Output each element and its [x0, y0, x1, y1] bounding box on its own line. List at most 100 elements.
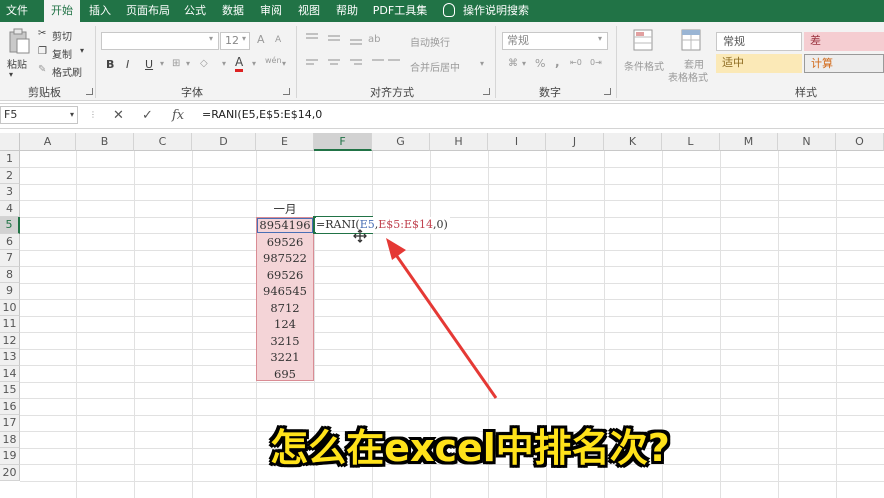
column-header[interactable]: J [546, 133, 604, 151]
style-calc[interactable]: 计算 [804, 54, 884, 73]
increase-decimal-icon[interactable]: ⇤0 [570, 58, 582, 67]
column-header[interactable]: B [76, 133, 134, 151]
video-caption: 怎么在excel中排名次? [270, 426, 670, 470]
alignment-icons[interactable]: ab [304, 30, 400, 74]
row-header[interactable]: 16 [0, 398, 20, 415]
grow-font-button[interactable]: A [257, 33, 265, 46]
enter-icon[interactable]: ✓ [142, 108, 153, 123]
cut-button[interactable]: 剪切 [52, 28, 72, 43]
tab-data[interactable]: 数据 [218, 0, 248, 22]
comma-button[interactable]: , [555, 55, 560, 69]
decrease-decimal-icon[interactable]: 0⇥ [590, 58, 602, 67]
italic-button[interactable]: I [126, 58, 129, 71]
column-header-selected[interactable]: F [314, 133, 372, 151]
currency-icon[interactable]: ⌘ [508, 58, 518, 69]
cell-value[interactable]: 987522 [256, 250, 314, 266]
tab-help[interactable]: 帮助 [332, 0, 362, 22]
cell-value[interactable]: 8712 [256, 300, 314, 316]
font-launcher-icon[interactable] [283, 88, 290, 95]
phonetic-button[interactable]: wén [265, 56, 282, 65]
name-box[interactable]: F5 [0, 106, 78, 124]
font-name-select[interactable] [101, 32, 219, 50]
row-header[interactable]: 6 [0, 233, 20, 250]
row-header[interactable]: 9 [0, 283, 20, 300]
ribbon: 粘贴 ▾ ✂ 剪切 ❐ 复制 ▾ ✎ 格式刷 剪贴板 ▾ 12 ▾ A A B … [0, 22, 884, 101]
column-header[interactable]: N [778, 133, 836, 151]
cell-value[interactable]: 3215 [256, 333, 314, 349]
number-launcher-icon[interactable] [604, 88, 611, 95]
clipboard-group-label: 剪贴板 [28, 86, 61, 99]
row-header-selected[interactable]: 5 [0, 217, 20, 234]
column-header[interactable]: G [372, 133, 430, 151]
formula-input[interactable]: =RANI(E5,E$5:E$14,0 [202, 108, 322, 121]
cancel-icon[interactable]: ✕ [113, 108, 124, 123]
column-header[interactable]: H [430, 133, 488, 151]
wrap-text-button[interactable]: 自动换行 [410, 34, 450, 49]
column-header[interactable]: O [836, 133, 884, 151]
tab-review[interactable]: 审阅 [256, 0, 286, 22]
tab-file[interactable]: 文件 [0, 0, 34, 22]
borders-icon[interactable]: ⊞ [172, 58, 180, 69]
number-format-select[interactable]: 常规 [502, 32, 608, 50]
select-all-corner[interactable] [0, 133, 20, 151]
column-header[interactable]: L [662, 133, 720, 151]
format-table-label-2[interactable]: 表格格式 [668, 69, 708, 84]
paste-button[interactable]: 粘贴 [7, 56, 27, 71]
shrink-font-button[interactable]: A [275, 35, 281, 45]
tab-home[interactable]: 开始 [44, 0, 80, 22]
row-header[interactable]: 11 [0, 316, 20, 333]
row-header[interactable]: 7 [0, 250, 20, 267]
merge-center-button[interactable]: 合并后居中 [410, 59, 460, 74]
font-color-button[interactable]: A [235, 55, 244, 72]
format-painter-button[interactable]: 格式刷 [52, 64, 82, 79]
row-header[interactable]: 19 [0, 448, 20, 465]
underline-button[interactable]: U [145, 58, 153, 71]
cell-value[interactable]: 8954196 [256, 217, 314, 233]
insert-function-icon[interactable]: fx [172, 108, 184, 123]
column-header[interactable]: C [134, 133, 192, 151]
percent-button[interactable]: % [535, 57, 545, 70]
row-header[interactable]: 13 [0, 349, 20, 366]
row-header[interactable]: 15 [0, 382, 20, 399]
alignment-group-label: 对齐方式 [370, 86, 414, 99]
column-header[interactable]: I [488, 133, 546, 151]
row-header[interactable]: 2 [0, 167, 20, 184]
tab-formulas[interactable]: 公式 [180, 0, 210, 22]
column-header[interactable]: A [20, 133, 76, 151]
cell-value[interactable]: 695 [256, 366, 314, 382]
clipboard-launcher-icon[interactable] [86, 88, 93, 95]
column-header[interactable]: E [256, 133, 314, 151]
column-header[interactable]: M [720, 133, 778, 151]
column-header[interactable]: D [192, 133, 256, 151]
cell-value[interactable]: 69526 [256, 234, 314, 250]
tab-page-layout[interactable]: 页面布局 [122, 0, 174, 22]
row-header[interactable]: 18 [0, 431, 20, 448]
tab-pdf-tools[interactable]: PDF工具集 [370, 0, 430, 22]
tab-insert[interactable]: 插入 [84, 0, 116, 22]
cell-value[interactable]: 124 [256, 316, 314, 332]
cell-value[interactable]: 946545 [256, 283, 314, 299]
tab-view[interactable]: 视图 [294, 0, 324, 22]
copy-button[interactable]: 复制 [52, 46, 72, 61]
alignment-launcher-icon[interactable] [483, 88, 490, 95]
row-header[interactable]: 14 [0, 365, 20, 382]
row-header[interactable]: 3 [0, 184, 20, 201]
cell-e4-header[interactable]: 一月 [256, 201, 314, 217]
row-header[interactable]: 12 [0, 332, 20, 349]
fill-color-icon[interactable]: ◇ [200, 58, 208, 69]
column-header[interactable]: K [604, 133, 662, 151]
cell-value[interactable]: 3221 [256, 349, 314, 365]
style-normal[interactable]: 常规 [716, 32, 802, 51]
row-header[interactable]: 4 [0, 200, 20, 217]
style-bad[interactable]: 差 [804, 32, 884, 51]
row-header[interactable]: 20 [0, 464, 20, 481]
cell-value[interactable]: 69526 [256, 267, 314, 283]
row-header[interactable]: 8 [0, 266, 20, 283]
bold-button[interactable]: B [106, 58, 114, 71]
row-header[interactable]: 10 [0, 299, 20, 316]
row-header[interactable]: 17 [0, 415, 20, 432]
style-neutral[interactable]: 适中 [716, 54, 802, 73]
conditional-format-button[interactable]: 条件格式 [624, 58, 664, 73]
tell-me-search[interactable]: 操作说明搜索 [460, 0, 532, 22]
row-header[interactable]: 1 [0, 151, 20, 168]
